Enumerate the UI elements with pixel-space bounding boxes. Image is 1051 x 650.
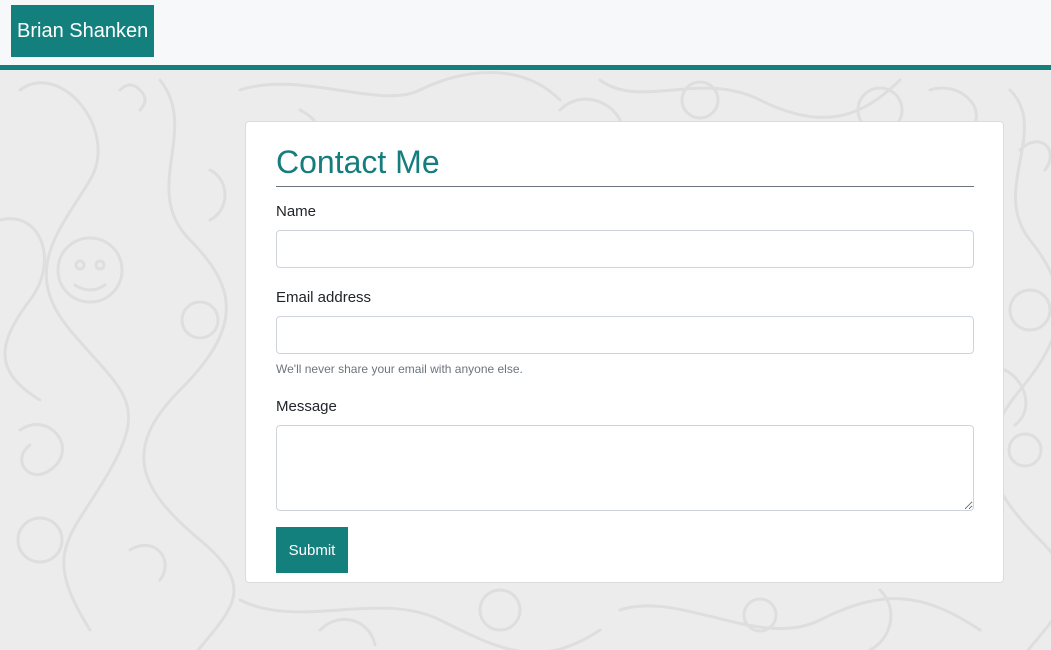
top-navbar: Brian Shanken <box>0 0 1051 70</box>
submit-button[interactable]: Submit <box>276 527 348 573</box>
name-field[interactable] <box>276 230 974 268</box>
brand-link[interactable]: Brian Shanken <box>11 5 155 57</box>
message-label: Message <box>276 398 337 415</box>
email-help-text: We'll never share your email with anyone… <box>276 362 523 376</box>
contact-card: Contact Me Name Email address We'll neve… <box>245 121 1004 583</box>
email-field[interactable] <box>276 316 974 354</box>
email-label: Email address <box>276 289 372 306</box>
name-label: Name <box>276 203 317 220</box>
message-field[interactable] <box>276 425 974 511</box>
title-divider <box>276 186 974 187</box>
page-title: Contact Me <box>276 144 440 180</box>
